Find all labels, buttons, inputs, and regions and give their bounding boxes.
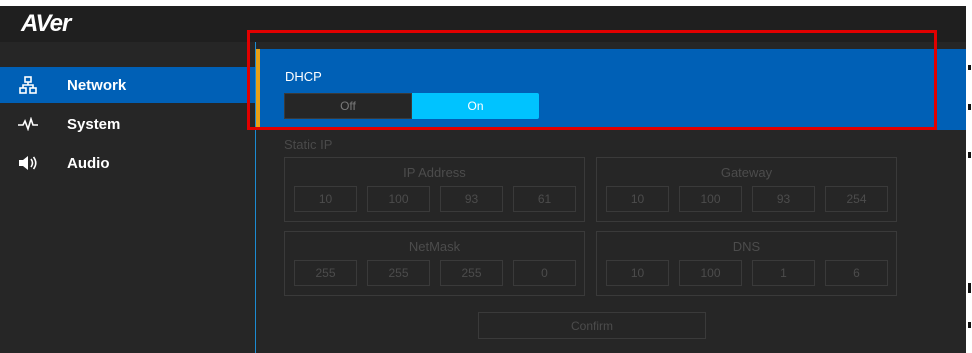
dns-octet-4[interactable]: 6: [825, 260, 888, 286]
edge-mark: [968, 322, 971, 328]
aver-logo: AVer: [21, 10, 71, 37]
sidebar: Network System Audio: [0, 42, 256, 353]
edge-mark: [968, 152, 971, 158]
confirm-button[interactable]: Confirm: [478, 312, 706, 339]
sidebar-item-audio[interactable]: Audio: [0, 145, 255, 181]
netmask-octet-2[interactable]: 255: [367, 260, 430, 286]
active-marker: [256, 49, 260, 130]
sidebar-item-label: Audio: [67, 154, 110, 172]
netmask-octet-4[interactable]: 0: [513, 260, 576, 286]
dhcp-label: DHCP: [285, 69, 322, 84]
gateway-octet-2[interactable]: 100: [679, 186, 742, 212]
gateway-octet-4[interactable]: 254: [825, 186, 888, 212]
dns-octet-1[interactable]: 10: [606, 260, 669, 286]
edge-mark: [968, 104, 971, 110]
netmask-octet-1[interactable]: 255: [294, 260, 357, 286]
static-ip-label: Static IP: [284, 137, 333, 152]
dns-octet-3[interactable]: 1: [752, 260, 815, 286]
gateway-octet-3[interactable]: 93: [752, 186, 815, 212]
ip-octet-3[interactable]: 93: [440, 186, 503, 212]
dhcp-on-option[interactable]: On: [412, 93, 539, 119]
edge-mark: [968, 283, 971, 293]
netmask-octet-3[interactable]: 255: [440, 260, 503, 286]
edge-mark: [968, 65, 971, 70]
dns-group: DNS 10 100 1 6: [596, 231, 897, 296]
sidebar-item-network[interactable]: Network: [0, 67, 255, 103]
speaker-icon: [17, 153, 39, 173]
dhcp-off-option[interactable]: Off: [284, 93, 412, 119]
netmask-group: NetMask 255 255 255 0: [284, 231, 585, 296]
ip-address-group: IP Address 10 100 93 61: [284, 157, 585, 222]
network-icon: [17, 75, 39, 95]
sidebar-item-system[interactable]: System: [0, 106, 255, 142]
gateway-octet-1[interactable]: 10: [606, 186, 669, 212]
top-bar: AVer: [0, 6, 966, 42]
gateway-title: Gateway: [720, 165, 773, 180]
dns-title: DNS: [732, 239, 761, 254]
dns-octet-2[interactable]: 100: [679, 260, 742, 286]
ip-octet-2[interactable]: 100: [367, 186, 430, 212]
ip-octet-1[interactable]: 10: [294, 186, 357, 212]
app-window: AVer Network System Audio DHCP Off On St…: [0, 6, 966, 353]
ip-octet-4[interactable]: 61: [513, 186, 576, 212]
gateway-group: Gateway 10 100 93 254: [596, 157, 897, 222]
dhcp-section: DHCP Off On: [256, 49, 966, 130]
pulse-icon: [17, 114, 39, 134]
network-settings-panel: DHCP Off On Static IP IP Address 10 100 …: [256, 42, 966, 353]
sidebar-item-label: System: [67, 115, 121, 133]
sidebar-item-label: Network: [67, 76, 127, 94]
netmask-title: NetMask: [408, 239, 461, 254]
ip-address-title: IP Address: [403, 165, 466, 180]
dhcp-toggle[interactable]: Off On: [284, 93, 539, 119]
